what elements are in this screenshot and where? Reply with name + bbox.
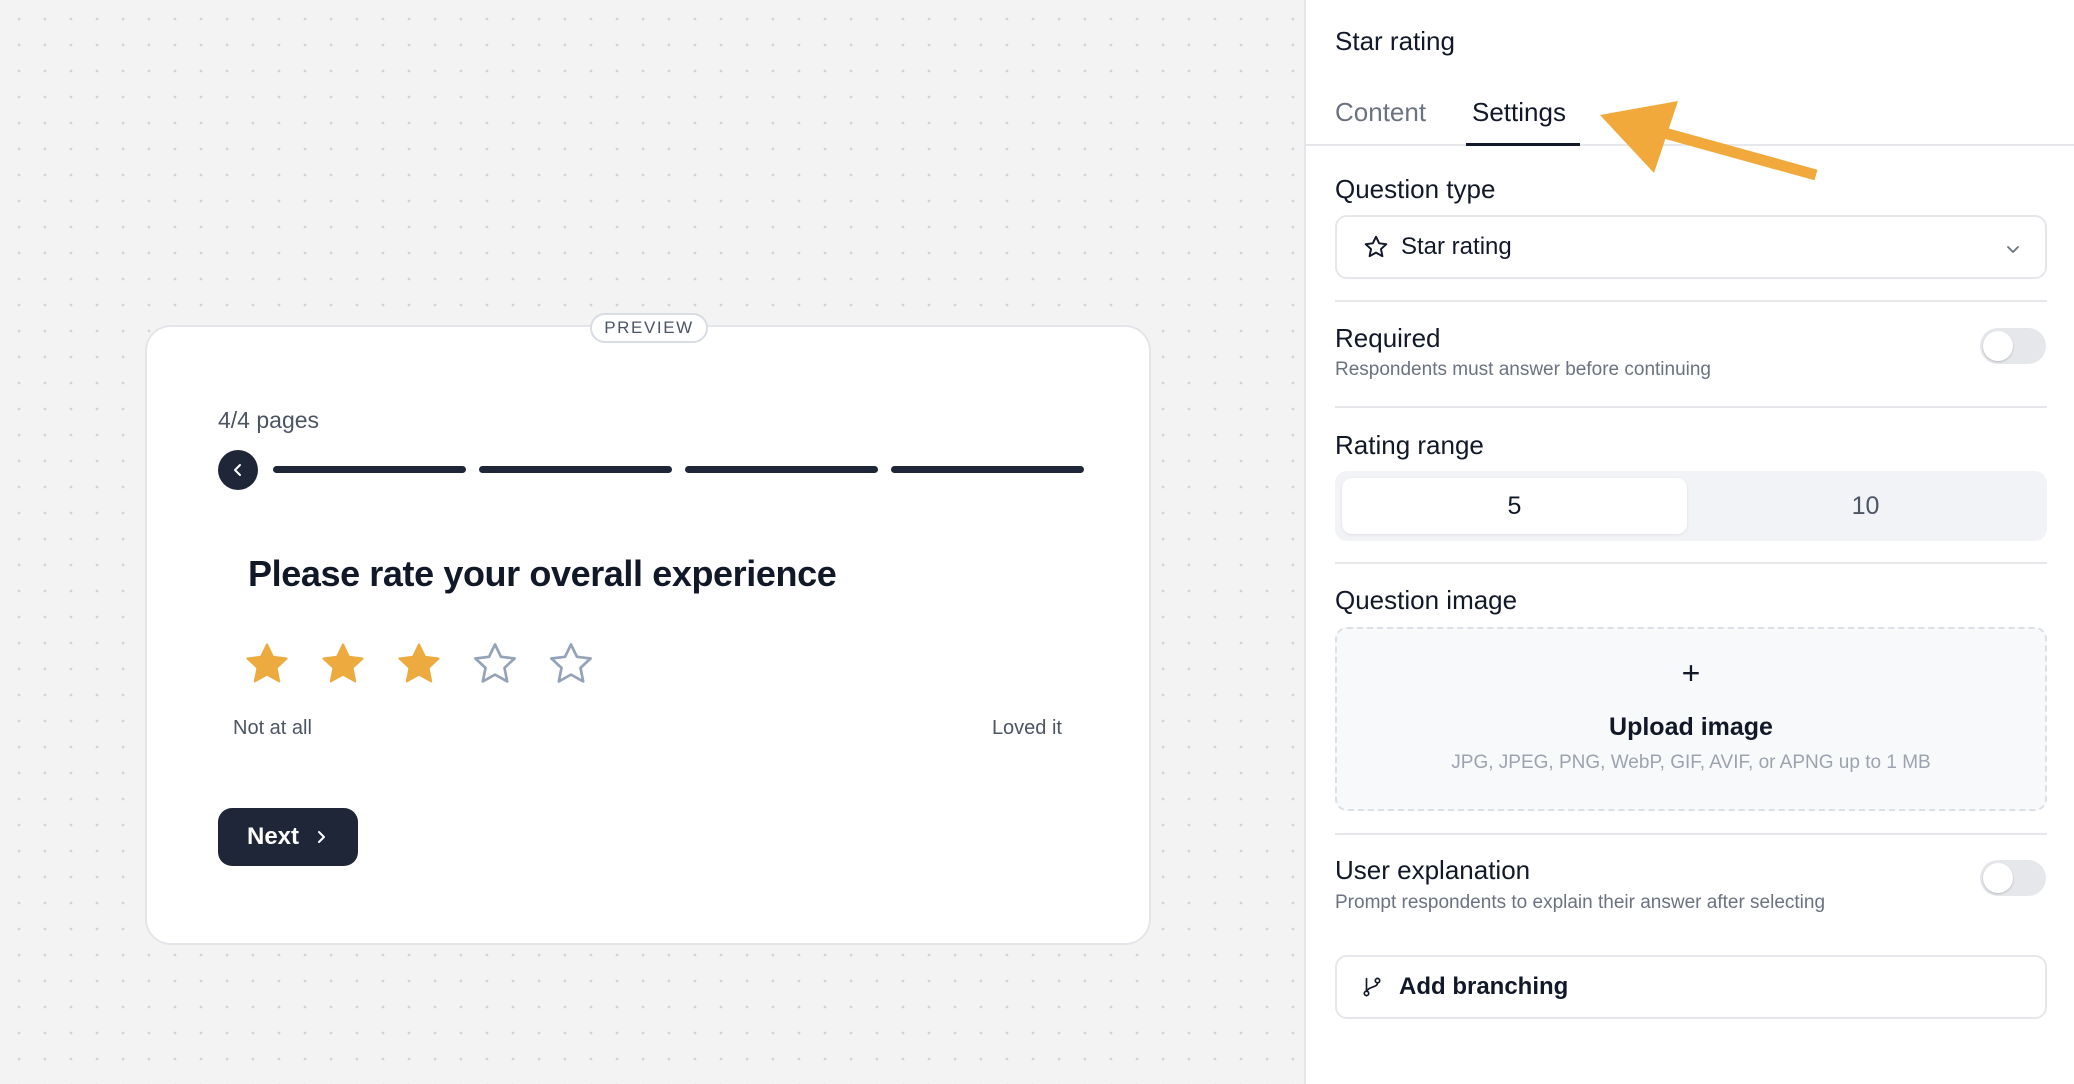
upload-hint: JPG, JPEG, PNG, WebP, GIF, AVIF, or APNG… [1451,752,1931,773]
question-title: Please rate your overall experience [248,553,837,594]
divider [1335,300,2047,302]
question-type-select[interactable]: Star rating [1335,215,2047,279]
git-branch-icon [1363,977,1381,997]
rating-range-selector: 5 10 [1335,471,2047,541]
add-branching-label: Add branching [1399,973,1569,1000]
toggle-knob [1983,331,2013,361]
preview-badge: PREVIEW [590,313,708,343]
rating-range-option-5[interactable]: 5 [1342,478,1687,534]
question-image-label: Question image [1335,585,1518,615]
user-explanation-toggle[interactable] [1980,860,2046,896]
progress-segment [479,466,672,473]
chevron-down-icon [2007,246,2019,253]
back-button[interactable] [218,450,258,490]
tab-settings[interactable]: Settings [1472,97,1566,128]
add-branching-button[interactable]: Add branching [1335,955,2047,1019]
progress-segment [685,466,878,473]
active-tab-indicator [1466,143,1580,146]
progress-segment [891,466,1084,473]
required-toggle[interactable] [1980,328,2046,364]
progress-bar [273,466,1084,473]
next-button-label: Next [246,823,300,850]
star-filled-icon[interactable] [394,639,444,689]
scale-low-label: Not at all [233,717,312,739]
user-explanation-label: User explanation [1335,855,1531,885]
progress-segment [273,466,466,473]
toggle-knob [1983,863,2013,893]
rating-range-label: Rating range [1335,430,1484,460]
preview-card: PREVIEW 4/4 pages Please rate your overa… [145,313,1151,945]
star-rating [242,639,596,689]
divider [1335,562,2047,564]
star-icon [1364,235,1388,258]
user-explanation-description: Prompt respondents to explain their answ… [1335,892,1826,913]
next-button[interactable]: Next [218,808,358,866]
image-upload-dropzone[interactable]: + Upload image JPG, JPEG, PNG, WebP, GIF… [1335,627,2047,811]
required-label: Required [1335,323,1441,353]
tab-content[interactable]: Content [1335,97,1426,128]
upload-image-label: Upload image [1609,713,1773,741]
star-filled-icon[interactable] [318,639,368,689]
chevron-right-icon [318,831,326,843]
annotation-arrow-icon [1600,101,1818,181]
required-description: Respondents must answer before continuin… [1335,359,1712,380]
rating-range-option-10[interactable]: 10 [1693,478,2038,534]
divider [1335,406,2047,408]
scale-high-label: Loved it [991,717,1062,739]
page-counter: 4/4 pages [218,407,320,433]
question-type-value: Star rating [1401,233,1512,260]
plus-icon: + [1681,655,1701,691]
question-type-label: Question type [1335,174,1496,204]
preview-canvas: PREVIEW 4/4 pages Please rate your overa… [0,0,1304,1084]
panel-title: Star rating [1335,26,1455,56]
star-empty-icon[interactable] [546,639,596,689]
star-empty-icon[interactable] [470,639,520,689]
chevron-left-icon [234,464,241,476]
divider [1335,833,2047,835]
star-filled-icon[interactable] [242,639,292,689]
